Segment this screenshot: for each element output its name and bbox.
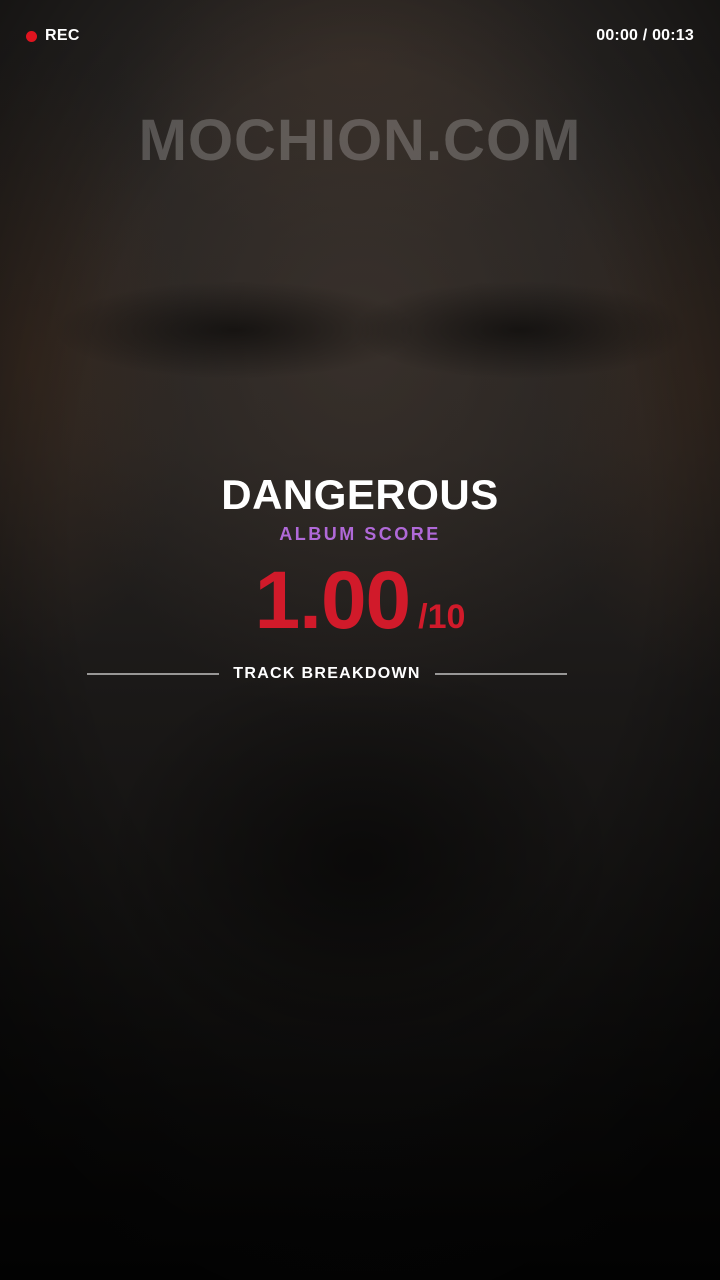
playback-timer: 00:00 / 00:13 [596,27,694,44]
recording-indicator: REC [26,26,80,46]
video-frame: REC 00:00 / 00:13 MOCHION.COM DANGEROUS … [0,0,720,1280]
album-title: DANGEROUS [221,471,499,518]
album-score-label: ALBUM SCORE [279,524,441,544]
record-dot-icon [26,30,37,42]
track-breakdown-header: TRACK BREAKDOWN [87,662,568,686]
score-value: 1.00 [254,555,412,646]
divider-right [434,673,568,675]
track-breakdown-label: TRACK BREAKDOWN [233,665,421,682]
rec-label: REC [45,27,80,44]
album-score: 1.00 /10 [0,556,720,646]
divider-left [87,673,220,675]
watermark-text: MOCHION.COM [138,108,582,173]
score-max: /10 [418,598,466,636]
